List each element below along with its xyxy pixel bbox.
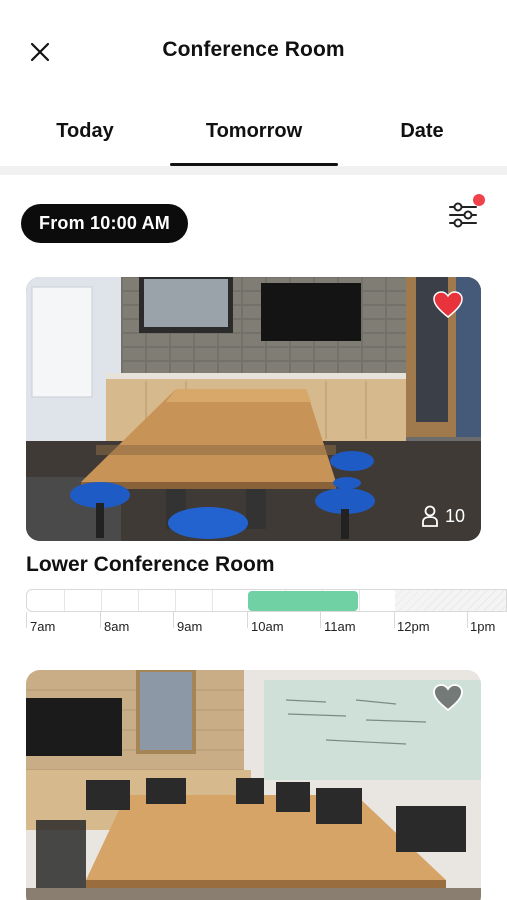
timeline-slot-divider [101, 590, 102, 611]
person-icon [422, 505, 438, 527]
top-bar: Conference Room [0, 0, 507, 100]
timeline-label: 12pm [397, 619, 430, 634]
capacity-badge: 10 [421, 505, 465, 527]
favorite-button[interactable] [433, 684, 463, 712]
timeline-tick [173, 612, 174, 628]
timeline-tick [394, 612, 395, 628]
timeline-slot-divider [212, 590, 213, 611]
room-photo [26, 277, 481, 541]
heart-icon [433, 684, 463, 712]
room-name[interactable]: Lower Conference Room [26, 553, 275, 577]
timeline-slot-divider [138, 590, 139, 611]
timeline-slot-divider [359, 590, 360, 611]
tabs-divider [0, 166, 507, 175]
timeline-tick [320, 612, 321, 628]
page-title: Conference Room [162, 38, 345, 61]
availability-timeline[interactable] [26, 589, 507, 612]
filter-notification-dot [473, 194, 485, 206]
timeline-tick [247, 612, 248, 628]
timeline-slot-divider [175, 590, 176, 611]
timeline-tick [467, 612, 468, 628]
timeline-label: 7am [30, 619, 56, 634]
tab-tomorrow[interactable]: Tomorrow [170, 120, 338, 143]
tab-date[interactable]: Date [372, 120, 472, 143]
booked-block[interactable] [248, 591, 358, 611]
timeline-tick [100, 612, 101, 628]
date-tabs: Today Tomorrow Date [0, 112, 507, 168]
room-card-photo[interactable] [26, 670, 481, 900]
unavailable-hatched-region [395, 590, 506, 611]
room-card-photo[interactable]: 10 [26, 277, 481, 541]
room-photo [26, 670, 481, 900]
timeline-tick [26, 612, 27, 628]
timeline-label: 9am [177, 619, 203, 634]
from-time-pill[interactable]: From 10:00 AM [21, 204, 188, 243]
timeline-label: 8am [104, 619, 130, 634]
heart-icon [433, 291, 463, 318]
timeline-label: 10am [251, 619, 284, 634]
timeline-label: 1pm [470, 619, 496, 634]
timeline-label: 11am [324, 619, 356, 634]
capacity-count: 10 [444, 505, 465, 526]
favorite-button[interactable] [433, 291, 463, 319]
tab-today[interactable]: Today [35, 120, 135, 143]
timeline-slot-divider [64, 590, 65, 611]
